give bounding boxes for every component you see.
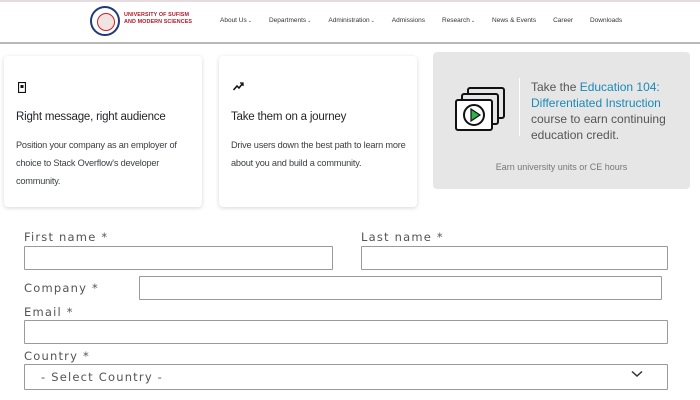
country-selected-value: - Select Country - xyxy=(41,370,164,384)
nav-label: Downloads xyxy=(589,17,623,24)
nav-label: Career xyxy=(553,17,573,24)
promo-text-after: course to earn continuing education cred… xyxy=(531,112,666,142)
nav-label: About Us xyxy=(220,17,247,24)
company-label: Company * xyxy=(24,281,99,295)
promo-footer: Earn university units or CE hours xyxy=(495,162,628,172)
nav-label: Research xyxy=(442,17,470,24)
megaphone-icon xyxy=(17,81,27,96)
last-name-field[interactable] xyxy=(361,246,668,270)
nav-label: Administration xyxy=(328,17,370,24)
nav-item-downloads[interactable]: Downloads xyxy=(590,17,622,24)
feature-card-message: Right message, right audience Position y… xyxy=(4,56,202,207)
chevron-down-icon: ⌄ xyxy=(247,18,252,24)
nav-item-administration[interactable]: Administration⌄ xyxy=(328,17,374,24)
nav-item-departments[interactable]: Departments⌄ xyxy=(269,17,311,24)
last-name-label: Last name * xyxy=(361,230,444,244)
course-promo: Take the Education 104: Differentiated I… xyxy=(433,52,690,189)
chevron-down-icon: ⌄ xyxy=(370,18,375,24)
nav-label: Departments xyxy=(268,17,307,24)
first-name-field[interactable] xyxy=(24,246,333,270)
chevron-down-icon: ⌄ xyxy=(307,18,312,24)
logo-line-2: AND MODERN SCIENCES xyxy=(124,19,193,25)
email-label: Email * xyxy=(24,305,74,319)
card-title: Take them on a journey xyxy=(231,111,347,123)
trend-icon xyxy=(232,82,244,94)
nav-item-career[interactable]: Career xyxy=(553,17,573,24)
country-select[interactable]: - Select Country - xyxy=(24,364,668,390)
logo-line-1: UNIVERSITY OF SUFISM xyxy=(124,12,190,18)
chevron-down-icon: ⌄ xyxy=(470,18,476,24)
nav-item-research[interactable]: Research⌄ xyxy=(442,17,475,24)
nav-label: Admissions xyxy=(391,17,425,24)
first-name-label: First name * xyxy=(24,230,109,244)
site-header: UNIVERSITY OF SUFISM AND MODERN SCIENCES… xyxy=(0,0,700,44)
nav-item-admissions[interactable]: Admissions xyxy=(392,17,425,24)
university-seal-logo[interactable] xyxy=(90,6,120,36)
promo-text-before: Take the xyxy=(531,80,580,94)
feature-card-journey: Take them on a journey Drive users down … xyxy=(219,56,417,207)
card-body: Position your company as an employer of … xyxy=(16,140,177,186)
card-title: Right message, right audience xyxy=(16,111,166,123)
main-nav: About Us⌄ Departments⌄ Administration⌄ A… xyxy=(220,17,639,24)
university-name-logo[interactable]: UNIVERSITY OF SUFISM AND MODERN SCIENCES xyxy=(124,12,192,26)
promo-divider xyxy=(519,78,520,136)
card-body: Drive users down the best path to learn … xyxy=(231,140,406,168)
promo-text: Take the Education 104: Differentiated I… xyxy=(531,79,681,143)
nav-item-about-us[interactable]: About Us⌄ xyxy=(220,17,252,24)
video-course-icon xyxy=(455,86,507,138)
country-label: Country * xyxy=(24,349,90,363)
chevron-down-icon xyxy=(631,370,643,381)
nav-label: News & Events xyxy=(492,17,537,24)
nav-item-news-events[interactable]: News & Events xyxy=(492,17,536,24)
company-field[interactable] xyxy=(139,276,662,300)
email-field[interactable] xyxy=(24,320,668,344)
